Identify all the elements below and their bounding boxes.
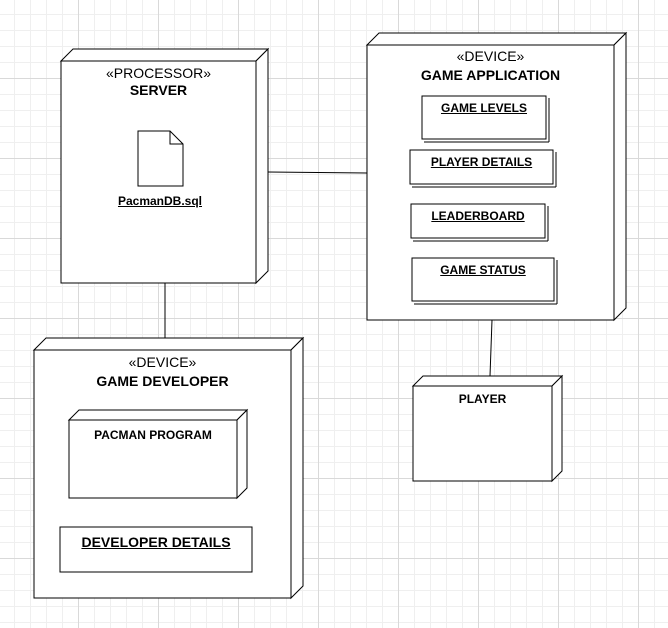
server-to-app-connector — [267, 171, 368, 174]
component-label-player-details: PLAYER DETAILS — [430, 155, 533, 169]
artifact-label[interactable]: PacmanDB.sql — [100, 194, 220, 208]
pacman-program-node[interactable] — [67, 408, 249, 500]
game-developer-title: GAME DEVELOPER — [96, 373, 229, 389]
server-title: SERVER — [129, 82, 188, 98]
game-developer-stereotype: «DEVICE» — [128, 354, 197, 370]
player-title: PLAYER — [458, 392, 507, 406]
game-application-title: GAME APPLICATION — [420, 67, 561, 83]
pacman-program-label: PACMAN PROGRAM — [94, 428, 212, 442]
server-stereotype: «PROCESSOR» — [105, 65, 212, 81]
game-application-stereotype: «DEVICE» — [456, 48, 525, 64]
component-label-game-status: GAME STATUS — [440, 263, 526, 277]
document-icon — [137, 130, 184, 187]
developer-details-label: DEVELOPER DETAILS — [81, 534, 231, 550]
app-to-player-connector — [489, 319, 493, 377]
component-label-game-levels: GAME LEVELS — [440, 101, 527, 115]
component-label-leaderboard: LEADERBOARD — [431, 209, 525, 223]
